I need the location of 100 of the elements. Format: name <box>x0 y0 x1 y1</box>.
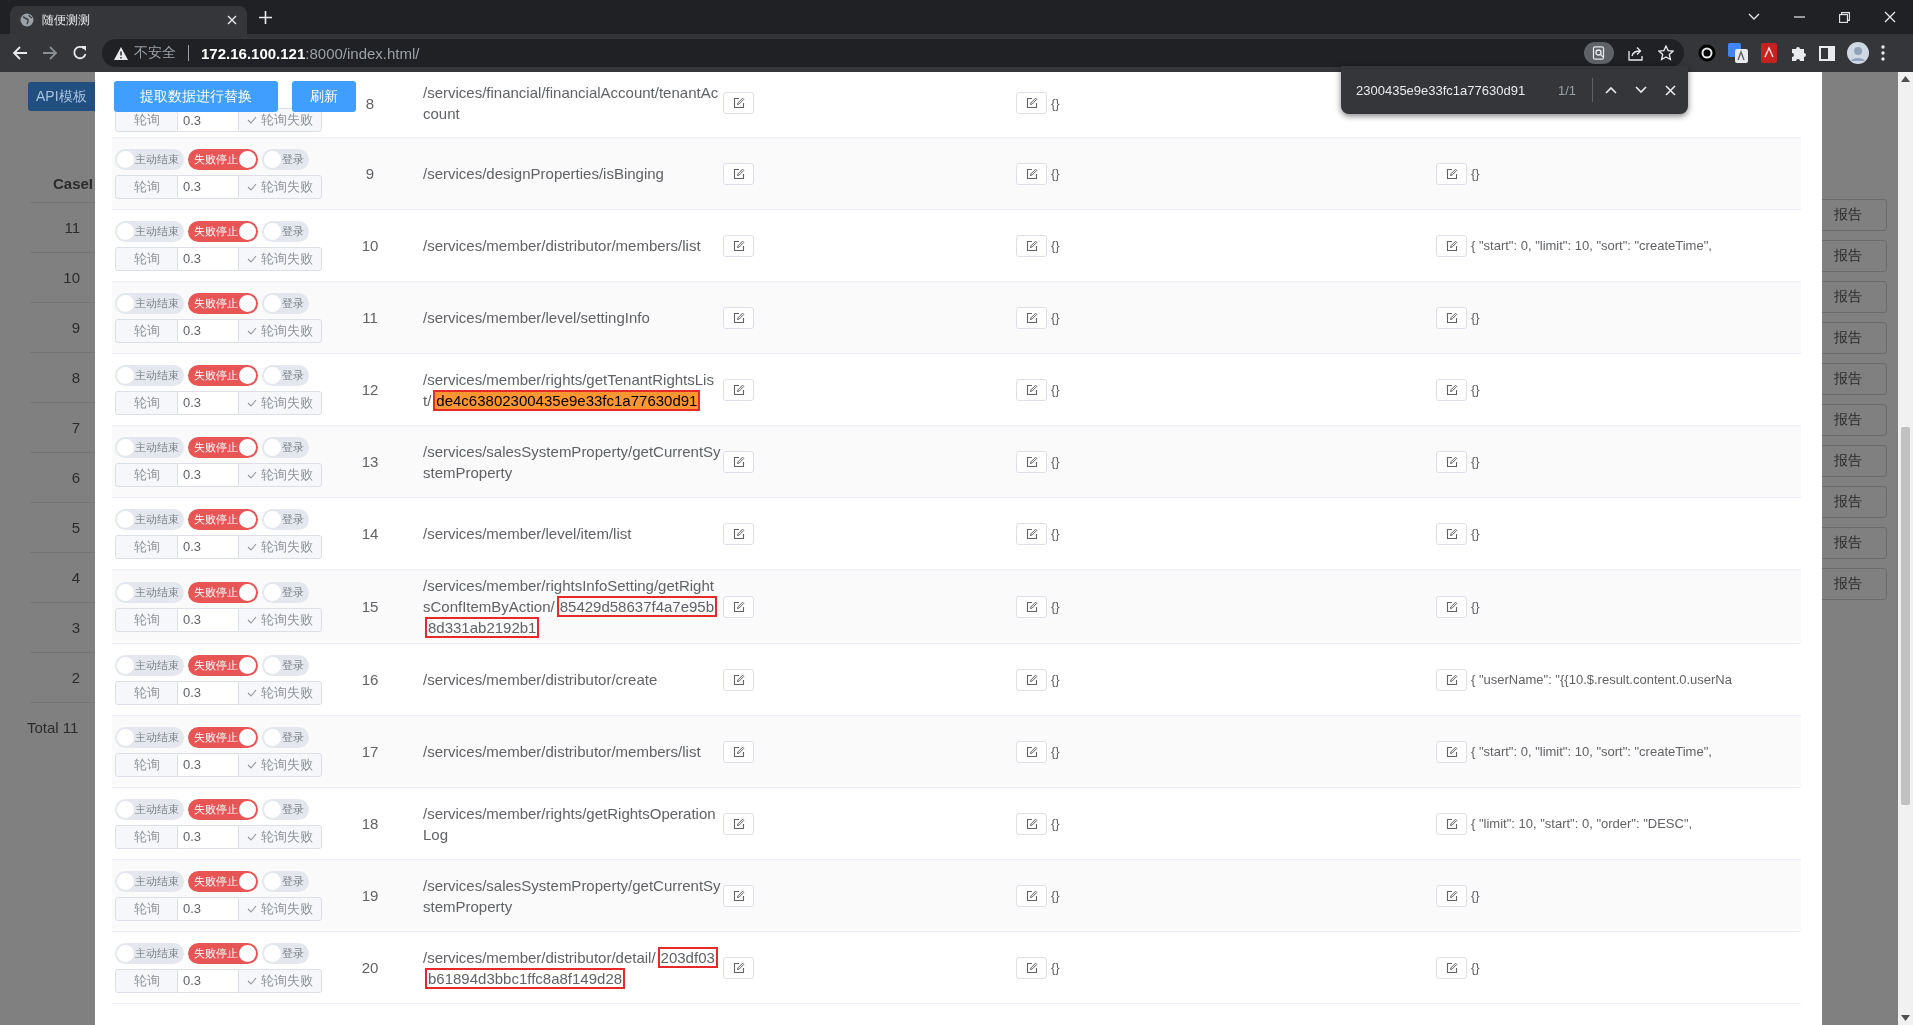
edit-button[interactable] <box>1016 378 1047 401</box>
edit-button[interactable] <box>1436 306 1467 329</box>
toggle-switch[interactable]: 主动结束 <box>115 726 184 748</box>
find-icon[interactable] <box>1584 42 1614 64</box>
back-icon[interactable] <box>12 45 28 61</box>
toggle-switch[interactable]: 主动结束 <box>115 870 184 892</box>
input-field[interactable]: 0.3 <box>178 752 238 777</box>
edit-button[interactable] <box>1016 668 1047 691</box>
edit-button[interactable] <box>1016 595 1047 618</box>
toggle-switch[interactable]: 登录 <box>262 942 309 964</box>
addon-button[interactable]: 轮询失败 <box>238 174 322 199</box>
edit-button[interactable] <box>1016 234 1047 257</box>
report-button[interactable]: 报告 <box>1822 363 1887 395</box>
toggle-switch[interactable]: 登录 <box>262 726 309 748</box>
toggle-switch[interactable]: 失败停止 <box>188 870 258 892</box>
addon-button[interactable]: 轮询失败 <box>238 752 322 777</box>
edit-button[interactable] <box>723 378 754 401</box>
edit-button[interactable] <box>1436 450 1467 473</box>
toggle-switch[interactable]: 登录 <box>262 148 309 170</box>
edit-button[interactable] <box>1436 162 1467 185</box>
report-button[interactable]: 报告 <box>1822 568 1887 600</box>
share-icon[interactable] <box>1628 45 1644 61</box>
addon-button[interactable]: 轮询失败 <box>238 462 322 487</box>
toggle-switch[interactable]: 失败停止 <box>188 798 258 820</box>
edit-button[interactable] <box>723 956 754 979</box>
input-field[interactable]: 0.3 <box>178 534 238 559</box>
edit-button[interactable] <box>1016 306 1047 329</box>
reload-icon[interactable] <box>72 45 88 61</box>
addon-button[interactable]: 轮询失败 <box>238 246 322 271</box>
toggle-switch[interactable]: 主动结束 <box>115 148 184 170</box>
avatar-icon[interactable] <box>1847 42 1869 64</box>
toggle-switch[interactable]: 主动结束 <box>115 508 184 530</box>
input-field[interactable]: 0.3 <box>178 462 238 487</box>
toggle-switch[interactable]: 失败停止 <box>188 436 258 458</box>
toggle-switch[interactable]: 登录 <box>262 654 309 676</box>
input-field[interactable]: 0.3 <box>178 390 238 415</box>
toggle-switch[interactable]: 主动结束 <box>115 292 184 314</box>
toggle-switch[interactable]: 失败停止 <box>188 654 258 676</box>
addon-button[interactable]: 轮询失败 <box>238 534 322 559</box>
edit-button[interactable] <box>723 522 754 545</box>
toggle-switch[interactable]: 登录 <box>262 292 309 314</box>
ring-icon[interactable] <box>1698 44 1716 62</box>
edit-button[interactable] <box>1436 234 1467 257</box>
toggle-switch[interactable]: 失败停止 <box>188 942 258 964</box>
edit-button[interactable] <box>1016 956 1047 979</box>
toggle-switch[interactable]: 登录 <box>262 798 309 820</box>
edit-button[interactable] <box>723 162 754 185</box>
input-field[interactable]: 0.3 <box>178 246 238 271</box>
addon-button[interactable]: 轮询失败 <box>238 896 322 921</box>
toggle-switch[interactable]: 主动结束 <box>115 654 184 676</box>
edit-button[interactable] <box>1016 884 1047 907</box>
report-button[interactable]: 报告 <box>1822 281 1887 313</box>
toggle-switch[interactable]: 失败停止 <box>188 220 258 242</box>
report-button[interactable]: 报告 <box>1822 240 1887 272</box>
edit-button[interactable] <box>1436 378 1467 401</box>
edit-button[interactable] <box>1016 522 1047 545</box>
find-query[interactable]: 2300435e9e33fc1a77630d91 <box>1356 82 1526 98</box>
edit-button[interactable] <box>1436 812 1467 835</box>
plus-icon[interactable] <box>259 10 272 24</box>
edit-button[interactable] <box>1016 812 1047 835</box>
toggle-switch[interactable]: 失败停止 <box>188 148 258 170</box>
input-field[interactable]: 0.3 <box>178 680 238 705</box>
edit-button[interactable] <box>723 668 754 691</box>
browser-tab[interactable]: 随便测测 <box>10 6 247 34</box>
edit-button[interactable] <box>723 306 754 329</box>
addon-button[interactable]: 轮询失败 <box>238 824 322 849</box>
toggle-switch[interactable]: 主动结束 <box>115 942 184 964</box>
toggle-switch[interactable]: 登录 <box>262 364 309 386</box>
puzzle-icon[interactable] <box>1790 44 1807 62</box>
addon-button[interactable]: 轮询失败 <box>238 680 322 705</box>
input-field[interactable]: 0.3 <box>178 968 238 993</box>
edit-button[interactable] <box>1016 450 1047 473</box>
forward-icon[interactable] <box>42 45 58 61</box>
toggle-switch[interactable]: 登录 <box>262 508 309 530</box>
menu-icon[interactable] <box>1881 45 1885 61</box>
edit-button[interactable] <box>1436 956 1467 979</box>
input-field[interactable]: 0.3 <box>178 824 238 849</box>
edit-button[interactable] <box>1436 522 1467 545</box>
book-icon[interactable] <box>1760 43 1778 63</box>
edit-button[interactable] <box>1016 92 1047 114</box>
chevron-down-icon[interactable] <box>1635 86 1647 94</box>
report-button[interactable]: 报告 <box>1822 404 1887 436</box>
scroll-up-icon[interactable] <box>1901 76 1910 82</box>
toggle-switch[interactable]: 主动结束 <box>115 581 184 603</box>
input-field[interactable]: 0.3 <box>178 318 238 343</box>
toggle-switch[interactable]: 登录 <box>262 436 309 458</box>
toggle-switch[interactable]: 主动结束 <box>115 798 184 820</box>
edit-button[interactable] <box>723 450 754 473</box>
input-field[interactable]: 0.3 <box>178 607 238 632</box>
edit-button[interactable] <box>1436 668 1467 691</box>
edit-button[interactable] <box>723 884 754 907</box>
edit-button[interactable] <box>1016 162 1047 185</box>
report-button[interactable]: 报告 <box>1822 199 1887 231</box>
edit-button[interactable] <box>1016 740 1047 763</box>
toggle-switch[interactable]: 失败停止 <box>188 726 258 748</box>
edit-button[interactable] <box>723 595 754 618</box>
toggle-switch[interactable]: 登录 <box>262 870 309 892</box>
addon-button[interactable]: 轮询失败 <box>238 390 322 415</box>
toggle-switch[interactable]: 失败停止 <box>188 508 258 530</box>
addon-button[interactable]: 轮询失败 <box>238 968 322 993</box>
